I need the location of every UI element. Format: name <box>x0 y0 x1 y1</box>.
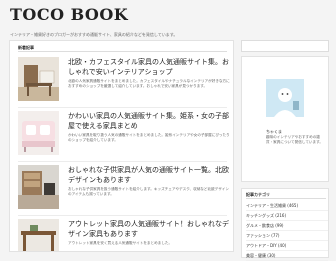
article-card[interactable]: 北欧・カフェスタイル家具の人気通販サイト集。おしゃれで安いインテリアショップ 北… <box>18 57 230 107</box>
category-item[interactable]: アウトドア・DIY (40) <box>246 241 328 251</box>
category-item[interactable]: キッチングッズ (216) <box>246 211 328 221</box>
main-content: 新着記事 北欧・カフェスタイル家具の人気通販サイト集。おしゃれで安いインテリアシ… <box>9 40 234 252</box>
category-item[interactable]: グルメ・飲食店 (99) <box>246 221 328 231</box>
category-item[interactable]: ファッション (77) <box>246 231 328 241</box>
article-title[interactable]: 北欧・カフェスタイル家具の人気通販サイト集。おしゃれで安いインテリアショップ <box>68 57 230 77</box>
article-divider <box>18 161 227 162</box>
article-title[interactable]: アウトレット家具の人気通販サイト！おしゃれなデザイン家具もあります <box>68 219 230 239</box>
article-thumbnail[interactable] <box>18 57 59 101</box>
site-title[interactable]: TOCO BOOK <box>10 5 128 24</box>
article-thumbnail[interactable] <box>18 219 59 251</box>
article-thumbnail[interactable] <box>18 111 59 155</box>
section-divider <box>18 51 227 52</box>
avatar <box>266 79 304 117</box>
article-card[interactable]: おしゃれな子供家具が人気の通販サイト一覧。北欧デザインもあります おしゃれな子供… <box>18 165 230 215</box>
article-divider <box>18 215 227 216</box>
author-bio: 趣味のインテリアやおすすめの雑貨・家具について発信しています。 <box>266 135 323 144</box>
article-excerpt: 北欧の人気家具通販サイトをまとめました。カフェスタイルやナチュラルなインテリアが… <box>68 79 230 88</box>
site-tagline: インテリア・雑貨好きのブロガーがおすすめ通販サイト、家具の紹介などを発信していま… <box>10 32 178 37</box>
article-excerpt: かわいい家具を取り扱う人気の通販サイトをまとめました。姫系インテリアや女の子部屋… <box>68 133 230 142</box>
category-item[interactable]: インテリア・生活雑貨 (465) <box>246 201 328 211</box>
profile-widget: ちゃくま 趣味のインテリアやおすすめの雑貨・家具について発信しています。 <box>241 56 329 182</box>
category-divider <box>246 198 326 199</box>
category-widget: 記事カテゴリ インテリア・生活雑貨 (465) キッチングッズ (216) グル… <box>241 188 329 261</box>
article-excerpt: おしゃれな子供家具を扱う通販サイトを紹介します。キッズチェアやデスク、収納など北… <box>68 187 230 196</box>
category-item[interactable]: 美容・健康 (30) <box>246 251 328 261</box>
article-title[interactable]: かわいい家具の人気通販サイト集。姫系・女の子部屋で使える家具まとめ <box>68 111 230 131</box>
article-thumbnail[interactable] <box>18 165 59 209</box>
category-list: インテリア・生活雑貨 (465) キッチングッズ (216) グルメ・飲食店 (… <box>246 201 328 261</box>
article-excerpt: アウトレット家具を安く買える人気通販サイトをまとめました。 <box>68 241 173 245</box>
article-divider <box>18 107 227 108</box>
article-card[interactable]: アウトレット家具の人気通販サイト！おしゃれなデザイン家具もあります アウトレット… <box>18 219 230 251</box>
site-header: TOCO BOOK <box>0 0 336 31</box>
article-card[interactable]: かわいい家具の人気通販サイト集。姫系・女の子部屋で使える家具まとめ かわいい家具… <box>18 111 230 161</box>
article-title[interactable]: おしゃれな子供家具が人気の通販サイト一覧。北欧デザインもあります <box>68 165 230 185</box>
search-input[interactable] <box>241 40 329 52</box>
